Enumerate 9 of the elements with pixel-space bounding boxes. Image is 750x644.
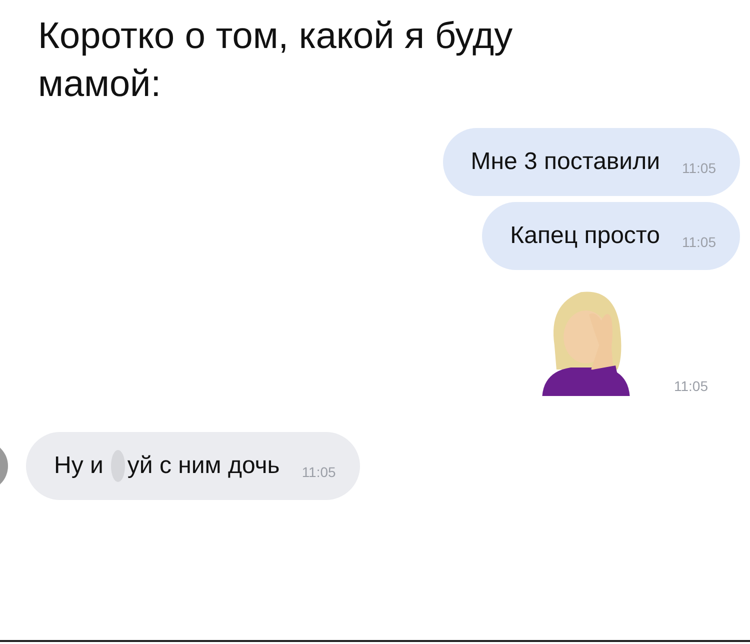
message-text: Мне 3 поставили xyxy=(470,148,660,176)
message-text: Капец просто xyxy=(510,222,660,250)
message-time: 11:05 xyxy=(682,160,716,176)
message-time: 11:05 xyxy=(674,378,708,394)
message-time: 11:05 xyxy=(302,464,336,480)
caption-text: Коротко о том, какой я буду мамой: xyxy=(37,14,514,106)
message-text: Ну и xyxy=(54,452,104,480)
message-text: уй с ним дочь xyxy=(127,452,280,480)
message-time: 11:05 xyxy=(682,234,716,250)
